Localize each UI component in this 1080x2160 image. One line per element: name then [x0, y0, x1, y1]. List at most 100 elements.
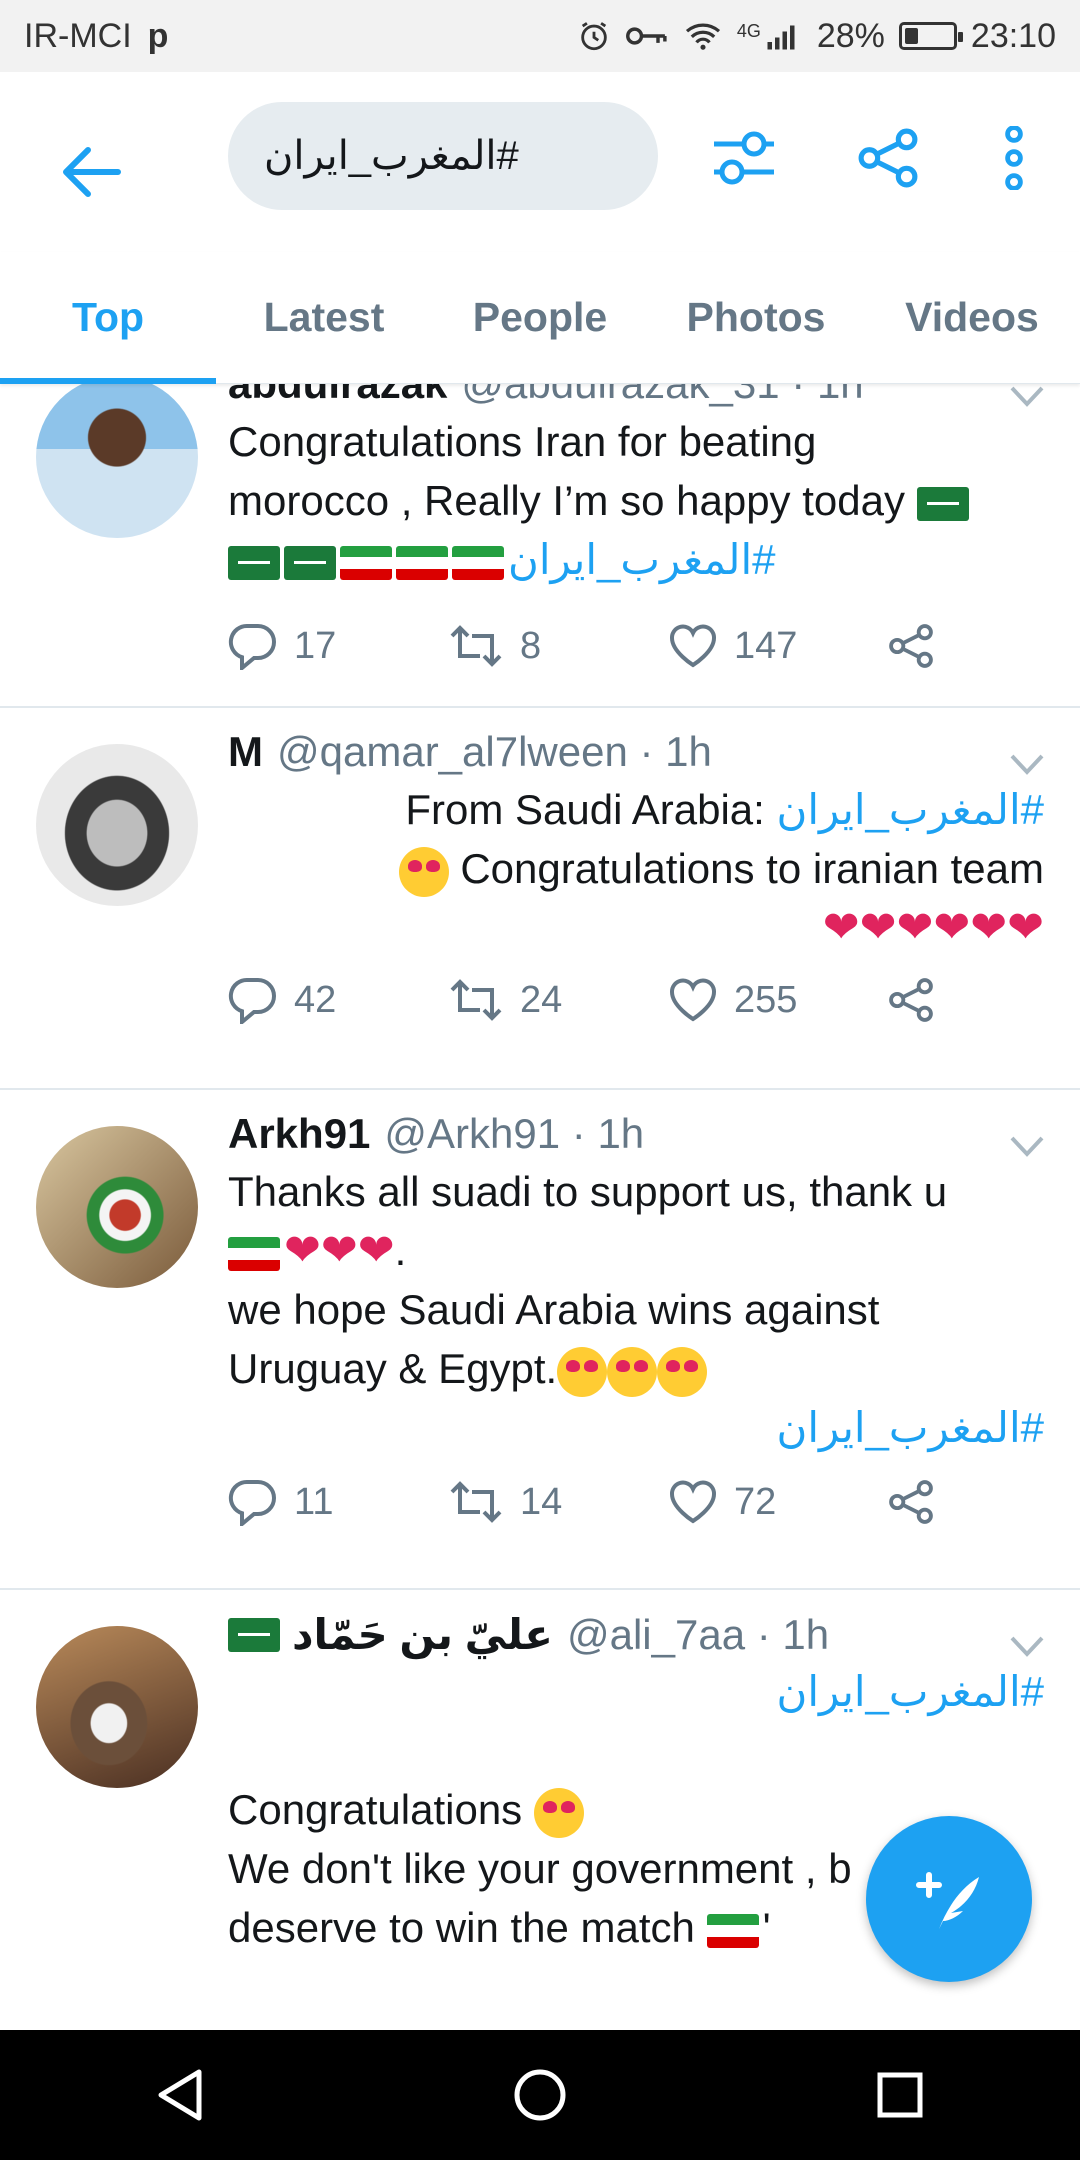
- retweet-icon: [450, 1481, 502, 1523]
- author-name[interactable]: abdulrazak: [228, 384, 447, 408]
- heart-eyes-emoji: [657, 1346, 708, 1397]
- like-button[interactable]: 255: [668, 977, 888, 1023]
- overflow-menu-button[interactable]: [974, 118, 1054, 198]
- tweet-time: 1h: [782, 1610, 830, 1658]
- reply-icon: [228, 623, 276, 670]
- reply-button[interactable]: 17: [228, 622, 448, 670]
- tweet-menu-button[interactable]: [1010, 1120, 1044, 1168]
- nav-recents-button[interactable]: [845, 2040, 955, 2150]
- author-name[interactable]: عليّ بن حَمّاد: [292, 1610, 553, 1659]
- reply-button[interactable]: 11: [228, 1478, 448, 1526]
- red-heart-emoji: ❤: [357, 1226, 395, 1275]
- tweet-actions: 17 8 147: [228, 616, 948, 676]
- signal-icon: 4G: [737, 21, 803, 51]
- share-tweet-button[interactable]: [888, 623, 934, 669]
- share-tweet-button[interactable]: [888, 977, 934, 1023]
- retweet-count: 14: [520, 1480, 563, 1523]
- avatar[interactable]: [36, 744, 198, 906]
- red-heart-emoji: ❤: [822, 903, 860, 952]
- nav-back-button[interactable]: [125, 2040, 235, 2150]
- tweet-header: abdulrazak @abdulrazak_31 · 1h: [228, 384, 1044, 408]
- more-vertical-icon: [1005, 126, 1023, 190]
- search-filter-button[interactable]: [704, 118, 784, 198]
- circle-home-icon: [514, 2069, 566, 2121]
- tweet-card[interactable]: abdulrazak @abdulrazak_31 · 1h Congratul…: [0, 384, 1080, 708]
- retweet-icon: [450, 625, 502, 667]
- tab-photos[interactable]: Photos: [648, 252, 864, 383]
- carrier-name: IR-MCI: [24, 16, 132, 55]
- hashtag-link[interactable]: #المغرب_ايران: [508, 536, 775, 583]
- author-name[interactable]: Arkh91: [228, 1110, 370, 1158]
- author-name[interactable]: M: [228, 728, 263, 776]
- retweet-button[interactable]: 14: [448, 1480, 668, 1524]
- search-input[interactable]: #المغرب_ايران: [228, 102, 658, 210]
- chevron-down-icon: [1010, 754, 1044, 775]
- tweet-header: Arkh91 @Arkh91 · 1h: [228, 1110, 1044, 1158]
- compose-tweet-button[interactable]: [866, 1816, 1032, 1982]
- saudi-flag-emoji: [228, 1617, 280, 1652]
- alarm-icon: [577, 19, 611, 53]
- share-tweet-button[interactable]: [888, 1479, 934, 1525]
- chevron-down-icon: [1010, 1636, 1044, 1657]
- avatar[interactable]: [36, 1126, 198, 1288]
- share-icon: [889, 978, 933, 1022]
- search-header: #المغرب_ايران: [0, 72, 1080, 252]
- tweet-actions: 42 24 255: [228, 970, 948, 1030]
- hashtag-link[interactable]: #المغرب_ايران: [777, 1668, 1044, 1715]
- reply-count: 17: [294, 624, 337, 667]
- reply-button[interactable]: 42: [228, 976, 448, 1024]
- tweet-feed[interactable]: abdulrazak @abdulrazak_31 · 1h Congratul…: [0, 384, 1080, 2030]
- chevron-down-icon: [1010, 1136, 1044, 1157]
- like-button[interactable]: 72: [668, 1479, 888, 1525]
- tab-people[interactable]: People: [432, 252, 648, 383]
- arrow-left-icon: [63, 147, 121, 197]
- battery-percent: 28%: [816, 16, 885, 55]
- tweet-text: From Saudi Arabia: #المغرب_ايران Congrat…: [228, 780, 1044, 957]
- author-handle: @ali_7aa: [566, 1610, 746, 1658]
- avatar[interactable]: [36, 1626, 198, 1788]
- tab-videos[interactable]: Videos: [864, 252, 1080, 383]
- retweet-count: 24: [520, 978, 563, 1021]
- reply-icon: [228, 1479, 276, 1526]
- status-bar: IR-MCI p 4G 28% 23:10: [0, 0, 1080, 72]
- tweet-text: Thanks all suadi to support us, thank u …: [228, 1168, 1044, 1451]
- iran-flag-emoji: [396, 545, 448, 580]
- tweet-menu-button[interactable]: [1010, 738, 1044, 786]
- like-button[interactable]: 147: [668, 623, 888, 669]
- red-heart-emoji: ❤: [970, 903, 1008, 952]
- tweet-card[interactable]: Arkh91 @Arkh91 · 1h Thanks all suadi to …: [0, 1090, 1080, 1590]
- tweet-card[interactable]: M @qamar_al7lween · 1h From Saudi Arabia…: [0, 708, 1080, 1090]
- clock: 23:10: [970, 16, 1056, 55]
- heart-eyes-cat-emoji: [398, 846, 449, 897]
- author-handle: @qamar_al7lween: [277, 728, 628, 775]
- iran-flag-emoji: [452, 545, 504, 580]
- back-button[interactable]: [52, 132, 132, 212]
- tweet-menu-button[interactable]: [1010, 1620, 1044, 1668]
- red-heart-emoji: ❤: [1007, 903, 1044, 952]
- search-query-text: #المغرب_ايران: [264, 134, 519, 178]
- tab-latest[interactable]: Latest: [216, 252, 432, 383]
- wifi-icon: [683, 20, 723, 52]
- tab-top[interactable]: Top: [0, 252, 216, 384]
- avatar[interactable]: [36, 384, 198, 538]
- search-tabs: Top Latest People Photos Videos: [0, 252, 1080, 384]
- tears-of-joy-emoji: [533, 1787, 584, 1838]
- nav-home-button[interactable]: [485, 2040, 595, 2150]
- author-handle: @abdulrazak_31: [461, 384, 779, 408]
- reply-count: 11: [294, 1480, 334, 1523]
- tweet-time: 1h: [597, 1110, 645, 1157]
- vpn-key-icon: [625, 21, 669, 51]
- heart-outline-icon: [670, 624, 716, 668]
- retweet-button[interactable]: 24: [448, 978, 668, 1022]
- reply-count: 42: [294, 978, 337, 1021]
- share-search-button[interactable]: [848, 118, 928, 198]
- hashtag-link[interactable]: #المغرب_ايران: [777, 1404, 1044, 1451]
- heart-outline-icon: [670, 1480, 716, 1524]
- saudi-flag-emoji: [228, 545, 280, 580]
- author-handle: @Arkh91: [384, 1110, 561, 1157]
- red-heart-emoji: ❤: [933, 903, 971, 952]
- iran-flag-emoji: [340, 545, 392, 580]
- tweet-text: Congratulations Iran for beating morocco…: [228, 412, 1044, 589]
- retweet-button[interactable]: 8: [448, 624, 668, 668]
- hashtag-link[interactable]: #المغرب_ايران: [777, 786, 1044, 833]
